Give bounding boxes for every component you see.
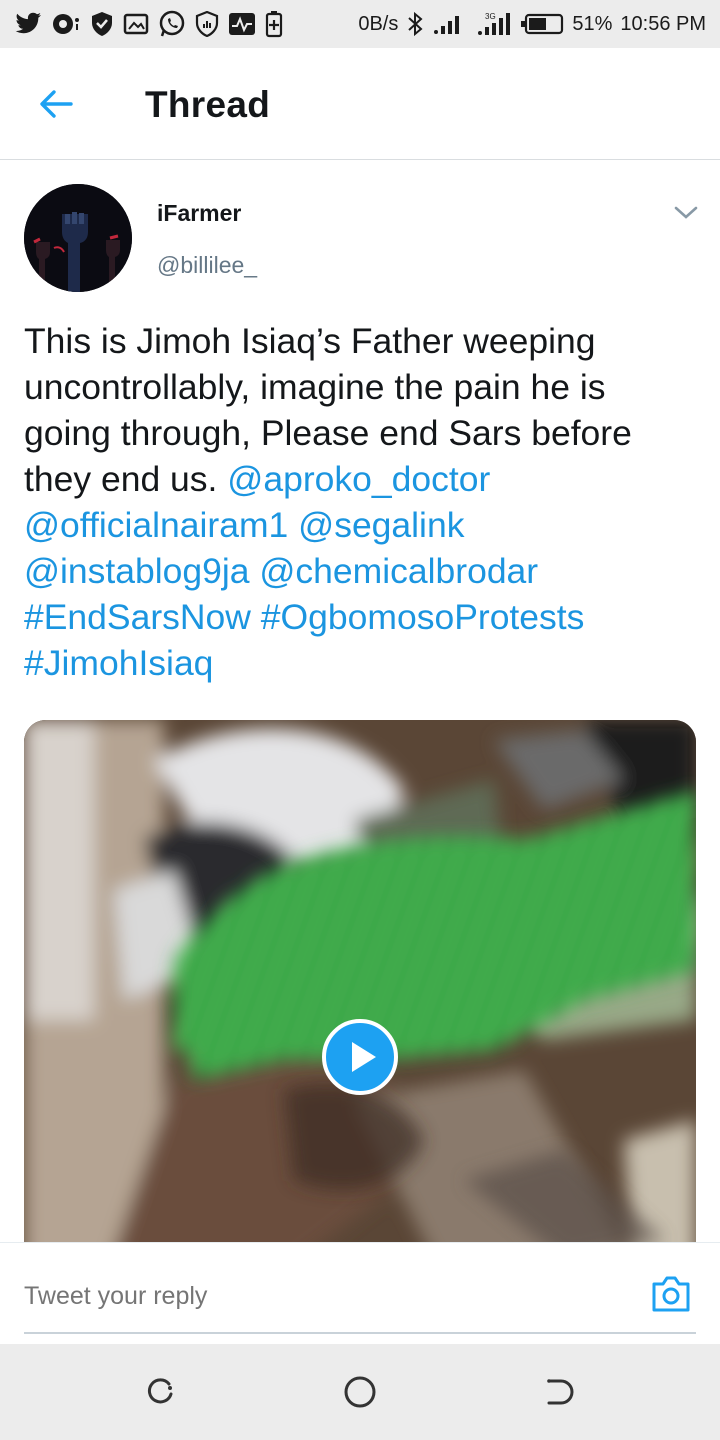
mention-link[interactable]: @officialnairam1 — [24, 505, 288, 545]
twitter-icon — [15, 12, 41, 34]
thread-header: Thread — [0, 48, 720, 160]
video-thumbnail[interactable] — [24, 720, 696, 1280]
clock: 10:56 PM — [620, 12, 706, 35]
home-button[interactable] — [342, 1374, 378, 1410]
arrow-left-icon — [40, 90, 73, 118]
signal-icon — [434, 16, 460, 34]
video-frame-image — [24, 720, 696, 1280]
back-button[interactable] — [38, 88, 74, 120]
gallery-icon — [123, 13, 149, 35]
raised-fists-image — [24, 184, 132, 292]
camera-button[interactable] — [650, 1274, 692, 1314]
mention-link[interactable]: @aproko_doctor — [227, 459, 490, 499]
battery-saver-icon — [265, 11, 283, 38]
mention-link[interactable]: @instablog9ja — [24, 551, 250, 591]
play-button[interactable] — [320, 1017, 400, 1097]
bluetooth-icon — [408, 11, 423, 37]
hashtag-link[interactable]: #OgbomosoProtests — [261, 597, 585, 637]
play-icon — [322, 1019, 398, 1095]
battery-percent: 51% — [572, 12, 613, 35]
mention-link[interactable]: @segalink — [298, 505, 464, 545]
home-icon — [344, 1376, 376, 1408]
user-handle[interactable]: @billilee_ — [157, 252, 257, 279]
mention-link[interactable]: @chemicalbrodar — [259, 551, 538, 591]
avatar[interactable] — [24, 184, 132, 292]
signal-3g-icon: 3G — [478, 12, 511, 35]
status-bar: 0B/s 3G 51% 10:56 PM — [0, 0, 720, 48]
display-name[interactable]: iFarmer — [157, 200, 241, 227]
svg-text:3G: 3G — [485, 12, 496, 21]
shield-icon — [92, 12, 112, 36]
tweet-text: This is Jimoh Isiaq’s Father weeping unc… — [24, 318, 664, 686]
camera-icon — [652, 1276, 690, 1312]
hashtag-link[interactable]: #JimohIsiaq — [24, 643, 213, 683]
back-nav-button[interactable] — [541, 1374, 577, 1410]
status-icons-left — [14, 10, 283, 38]
shield-check-icon — [195, 11, 219, 37]
reply-underline — [24, 1332, 696, 1334]
status-icons-right: 0B/s 3G 51% 10:56 PM — [358, 11, 706, 37]
reply-input[interactable] — [24, 1266, 584, 1326]
back-nav-icon — [547, 1379, 574, 1405]
network-speed: 0B/s — [358, 12, 399, 35]
page-title: Thread — [145, 84, 271, 125]
hashtag-link[interactable]: #EndSarsNow — [24, 597, 251, 637]
recent-apps-button[interactable] — [142, 1374, 178, 1410]
battery-icon — [521, 13, 564, 35]
notification-icon — [53, 14, 79, 34]
recent-apps-icon — [147, 1378, 173, 1404]
chevron-down-icon — [674, 206, 698, 219]
tweet-options-button[interactable] — [673, 202, 699, 222]
whatsapp-icon — [159, 10, 185, 37]
activity-icon — [229, 13, 255, 35]
